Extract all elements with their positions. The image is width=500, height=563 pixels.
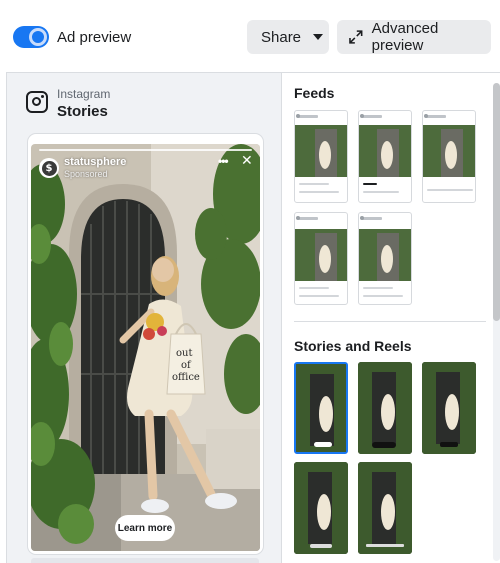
thumb-image	[359, 125, 411, 177]
more-options-icon[interactable]: •••	[218, 154, 229, 168]
close-icon[interactable]: ✕	[241, 153, 253, 169]
feed-thumbnail[interactable]	[294, 212, 348, 305]
story-thumbnail[interactable]	[422, 362, 476, 454]
share-button[interactable]: Share	[247, 20, 329, 54]
bag-text-3: office	[172, 372, 200, 383]
placements-list: Feeds Stories and Reels	[281, 73, 500, 563]
preview-panel: Instagram Stories out of office $ status…	[6, 72, 500, 563]
story-progress-bar	[39, 149, 252, 151]
avatar: $	[39, 158, 59, 178]
feed-thumbnail[interactable]	[358, 110, 412, 203]
thumb-cta	[314, 442, 332, 447]
bag-text-1: out	[176, 348, 192, 359]
platform-label: Instagram	[57, 87, 111, 101]
story-thumbnail[interactable]	[358, 362, 412, 454]
bag-text-2: of	[181, 360, 192, 371]
scrollbar-thumb[interactable]	[493, 83, 500, 321]
thumb-header	[360, 114, 382, 118]
stories-section-title: Stories and Reels	[294, 338, 412, 354]
learn-more-button[interactable]: Learn more	[115, 515, 175, 541]
sponsored-label: Sponsored	[64, 169, 108, 179]
thumb-image	[359, 229, 411, 281]
thumb-header	[360, 216, 382, 220]
caret-down-icon	[313, 34, 324, 40]
advanced-preview-button[interactable]: Advanced preview	[337, 20, 491, 54]
advanced-preview-label: Advanced preview	[371, 20, 439, 54]
thumb-header	[296, 114, 318, 118]
feed-thumbnail[interactable]	[294, 110, 348, 203]
story-preview-card: out of office $ statusphere Sponsored ••…	[28, 134, 263, 554]
story-ad: out of office $ statusphere Sponsored ••…	[31, 144, 260, 551]
feed-thumbnail[interactable]	[358, 212, 412, 305]
ad-preview-toggle[interactable]	[13, 26, 49, 48]
ad-preview-label: Ad preview	[57, 29, 132, 46]
preview-toolbar: Ad preview Share Advanced preview	[0, 0, 500, 72]
feed-thumbnail[interactable]	[422, 110, 476, 203]
ad-preview-area: Instagram Stories out of office $ status…	[7, 73, 281, 563]
story-thumbnail[interactable]	[294, 462, 348, 554]
toggle-knob	[29, 28, 47, 46]
thumb-image	[295, 229, 347, 281]
story-thumbnail[interactable]	[358, 462, 412, 554]
story-image: out of office	[31, 144, 260, 551]
account-name: statusphere	[64, 156, 127, 168]
avatar-letter: $	[41, 160, 57, 176]
story-thumbnail-selected[interactable]	[294, 362, 348, 454]
thumb-header	[296, 216, 318, 220]
thumb-header	[424, 114, 446, 118]
placement-label: Stories	[57, 103, 108, 120]
feeds-section-title: Feeds	[294, 85, 335, 101]
thumb-image	[295, 125, 347, 177]
next-preview-edge	[31, 558, 259, 563]
expand-icon	[349, 30, 363, 44]
share-button-label: Share	[261, 28, 302, 46]
section-divider	[294, 321, 486, 322]
thumb-image	[423, 125, 475, 177]
instagram-icon	[26, 91, 48, 113]
